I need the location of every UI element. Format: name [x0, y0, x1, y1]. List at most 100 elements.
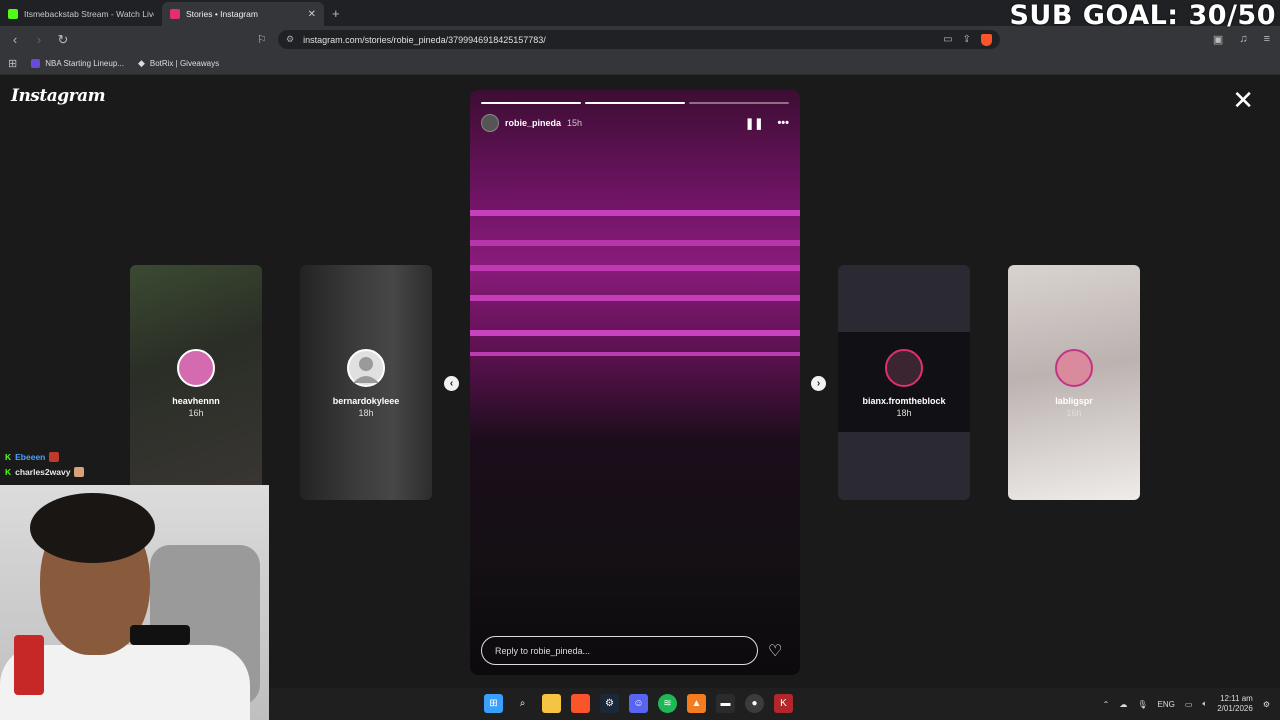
clock-time: 12:11 am [1220, 694, 1253, 703]
avatar [347, 349, 385, 387]
story-username: heavhennn [172, 396, 220, 406]
reply-input[interactable]: Reply to robie_pineda... [481, 636, 758, 665]
system-tray: ⌃ ☁ 🎙︎ ENG ▭ 🔈︎ 12:11 am 2/01/2026 ⚙ [1103, 694, 1270, 714]
tab-title: Stories • Instagram [186, 9, 258, 19]
progress-segment [689, 102, 789, 104]
share-icon[interactable]: ⇪ [963, 34, 971, 46]
story-age: 16h [188, 408, 204, 418]
active-story[interactable]: robie_pineda 15h ❚❚ ••• Reply to robie_p… [470, 90, 800, 675]
kick-badge-icon: K [5, 466, 12, 477]
language-indicator[interactable]: ENG [1158, 700, 1175, 709]
light-beam [470, 210, 800, 216]
notification-icon[interactable]: ⚙ [1263, 700, 1270, 709]
light-beam [470, 265, 800, 271]
story-username: labligspr [1055, 396, 1093, 406]
brave-icon[interactable] [571, 694, 590, 713]
site-info-icon[interactable]: ⚙ [286, 34, 294, 45]
bookmark-nba[interactable]: NBA Starting Lineup... [31, 59, 124, 68]
avatar [1055, 349, 1093, 387]
sidebar-icon[interactable]: ▣ [1213, 33, 1223, 46]
cast-icon[interactable]: ▭ [943, 34, 952, 46]
progress-segment [585, 102, 685, 104]
light-beam [470, 240, 800, 246]
steam-icon[interactable]: ⚙ [600, 694, 619, 713]
forward-icon[interactable]: › [32, 32, 46, 47]
pause-icon[interactable]: ❚❚ [745, 117, 763, 130]
story-age: 15h [567, 118, 583, 128]
url-field[interactable]: ⚙ instagram.com/stories/robie_pineda/379… [278, 30, 1000, 49]
more-options-icon[interactable]: ••• [777, 117, 789, 130]
microphone [130, 625, 190, 645]
bookmark-label: BotRix | Giveaways [149, 59, 220, 68]
kick-icon[interactable]: K [774, 694, 793, 713]
story-progress [481, 102, 789, 104]
windows-start-icon[interactable]: ⊞ [484, 694, 503, 713]
chat-message: K charles2wavy [5, 464, 85, 479]
story-preview-bianx[interactable]: bianx.fromtheblock 18h [838, 265, 970, 500]
bookmark-icon[interactable]: ⚐ [257, 33, 267, 46]
close-icon[interactable]: ✕ [1232, 87, 1254, 113]
clock-date: 2/01/2026 [1217, 704, 1253, 713]
instagram-logo[interactable]: Instagram [11, 86, 106, 106]
story-header: robie_pineda 15h ❚❚ ••• [481, 114, 789, 132]
diamond-icon: ◆ [137, 58, 145, 68]
tab-instagram[interactable]: Stories • Instagram ✕ [162, 2, 324, 26]
story-age: 16h [1066, 408, 1082, 418]
heart-icon[interactable]: ♡ [768, 641, 782, 661]
sub-goal-overlay: SUB GOAL: 30/50 [1009, 0, 1276, 31]
network-icon[interactable]: ▭ [1185, 700, 1193, 709]
menu-icon[interactable]: ≡ [1264, 33, 1270, 46]
story-username: bianx.fromtheblock [862, 396, 946, 406]
new-tab-button[interactable]: + [332, 6, 340, 21]
spotify-icon[interactable]: ≋ [658, 694, 677, 713]
light-beam [470, 352, 800, 356]
media-icon[interactable]: ♫ [1239, 33, 1247, 46]
avatar[interactable] [481, 114, 499, 132]
avatar [885, 349, 923, 387]
progress-segment [481, 102, 581, 104]
brave-shield-icon[interactable] [981, 33, 992, 46]
volume-icon[interactable]: 🔈︎ [1202, 699, 1207, 709]
back-icon[interactable]: ‹ [8, 32, 22, 47]
default-avatar-icon [353, 357, 379, 383]
stream-chat: K Ebeeen K charles2wavy [5, 449, 85, 479]
chevron-up-icon[interactable]: ⌃ [1103, 700, 1110, 709]
bookmarks-bar: ⊞ NBA Starting Lineup... ◆ BotRix | Give… [0, 53, 1280, 75]
kick-badge-icon: K [5, 451, 12, 462]
story-username: bernardokyleee [332, 396, 400, 406]
apps-grid-icon[interactable]: ⊞ [8, 57, 17, 70]
previous-story-button[interactable]: ‹ [444, 376, 459, 391]
avatar [177, 349, 215, 387]
next-story-button[interactable]: › [811, 376, 826, 391]
drink-can [14, 635, 44, 695]
mic-icon[interactable]: 🎙︎ [1137, 700, 1147, 709]
story-age: 18h [896, 408, 912, 418]
story-preview-heavhennn[interactable]: heavhennn 16h [130, 265, 262, 500]
terminal-icon[interactable]: ▬ [716, 694, 735, 713]
onedrive-icon[interactable]: ☁ [1119, 700, 1127, 709]
story-preview-labligspr[interactable]: labligspr 16h [1008, 265, 1140, 500]
discord-icon[interactable]: ☺ [629, 694, 648, 713]
obs-icon[interactable]: ● [745, 694, 764, 713]
tab-title: Itsmebackstab Stream - Watch Live o [24, 9, 154, 19]
story-age: 18h [358, 408, 374, 418]
tab-close-icon[interactable]: ✕ [308, 9, 316, 20]
bookmark-botrix[interactable]: ◆ BotRix | Giveaways [138, 58, 219, 69]
file-explorer-icon[interactable] [542, 694, 561, 713]
chat-username: Ebeeen [15, 451, 46, 462]
light-beam [470, 295, 800, 301]
app-orange-icon[interactable]: ▲ [687, 694, 706, 713]
url-text: instagram.com/stories/robie_pineda/37999… [303, 34, 546, 45]
chat-message: K Ebeeen [5, 449, 84, 464]
story-preview-bernardokyleee[interactable]: bernardokyleee 18h [300, 265, 432, 500]
clock[interactable]: 12:11 am 2/01/2026 [1217, 694, 1253, 714]
light-beam [470, 330, 800, 336]
chat-username: charles2wavy [15, 466, 71, 477]
sub-badge-icon [49, 451, 60, 462]
taskbar-apps: ⊞ ⌕ ⚙ ☺ ≋ ▲ ▬ ● K [484, 694, 793, 713]
bookmark-favicon-icon [31, 59, 41, 68]
search-icon[interactable]: ⌕ [513, 694, 532, 713]
reload-icon[interactable]: ↻ [56, 32, 70, 48]
story-username[interactable]: robie_pineda [505, 118, 561, 128]
tab-stream[interactable]: Itsmebackstab Stream - Watch Live o [0, 2, 162, 26]
